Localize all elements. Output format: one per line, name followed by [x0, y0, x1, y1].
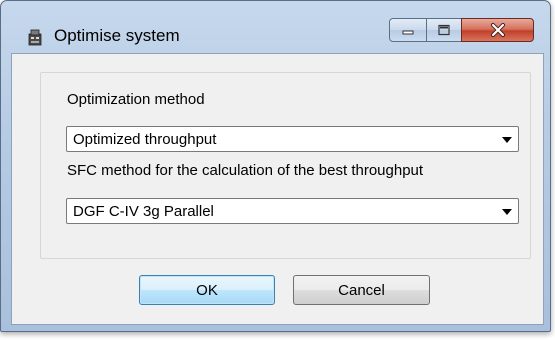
- window-title: Optimise system: [54, 26, 180, 45]
- ok-button[interactable]: OK: [139, 275, 275, 305]
- dialog-body: Optimization method Optimized throughput…: [11, 53, 544, 325]
- optimization-method-dropdown[interactable]: Optimized throughput: [66, 126, 519, 152]
- minimize-button[interactable]: [389, 18, 427, 42]
- chevron-down-icon: [502, 209, 512, 215]
- cancel-button[interactable]: Cancel: [293, 275, 430, 305]
- minimize-icon: [402, 30, 414, 35]
- maximize-button[interactable]: [426, 18, 462, 42]
- dialog-window: Optimise system Optimization method Opti…: [0, 0, 551, 332]
- close-icon: [490, 23, 505, 37]
- sfc-method-value: DGF C-IV 3g Parallel: [73, 203, 214, 220]
- maximize-icon: [438, 24, 450, 36]
- sfc-method-dropdown[interactable]: DGF C-IV 3g Parallel: [66, 198, 519, 224]
- title-bar[interactable]: Optimise system: [1, 1, 550, 46]
- app-icon[interactable]: [27, 28, 43, 46]
- optimization-method-label: Optimization method: [67, 91, 205, 108]
- sfc-method-label: SFC method for the calculation of the be…: [67, 162, 424, 179]
- chevron-down-icon: [502, 137, 512, 143]
- optimization-method-value: Optimized throughput: [73, 131, 217, 148]
- close-button[interactable]: [461, 18, 534, 42]
- options-group: Optimization method Optimized throughput…: [40, 72, 531, 259]
